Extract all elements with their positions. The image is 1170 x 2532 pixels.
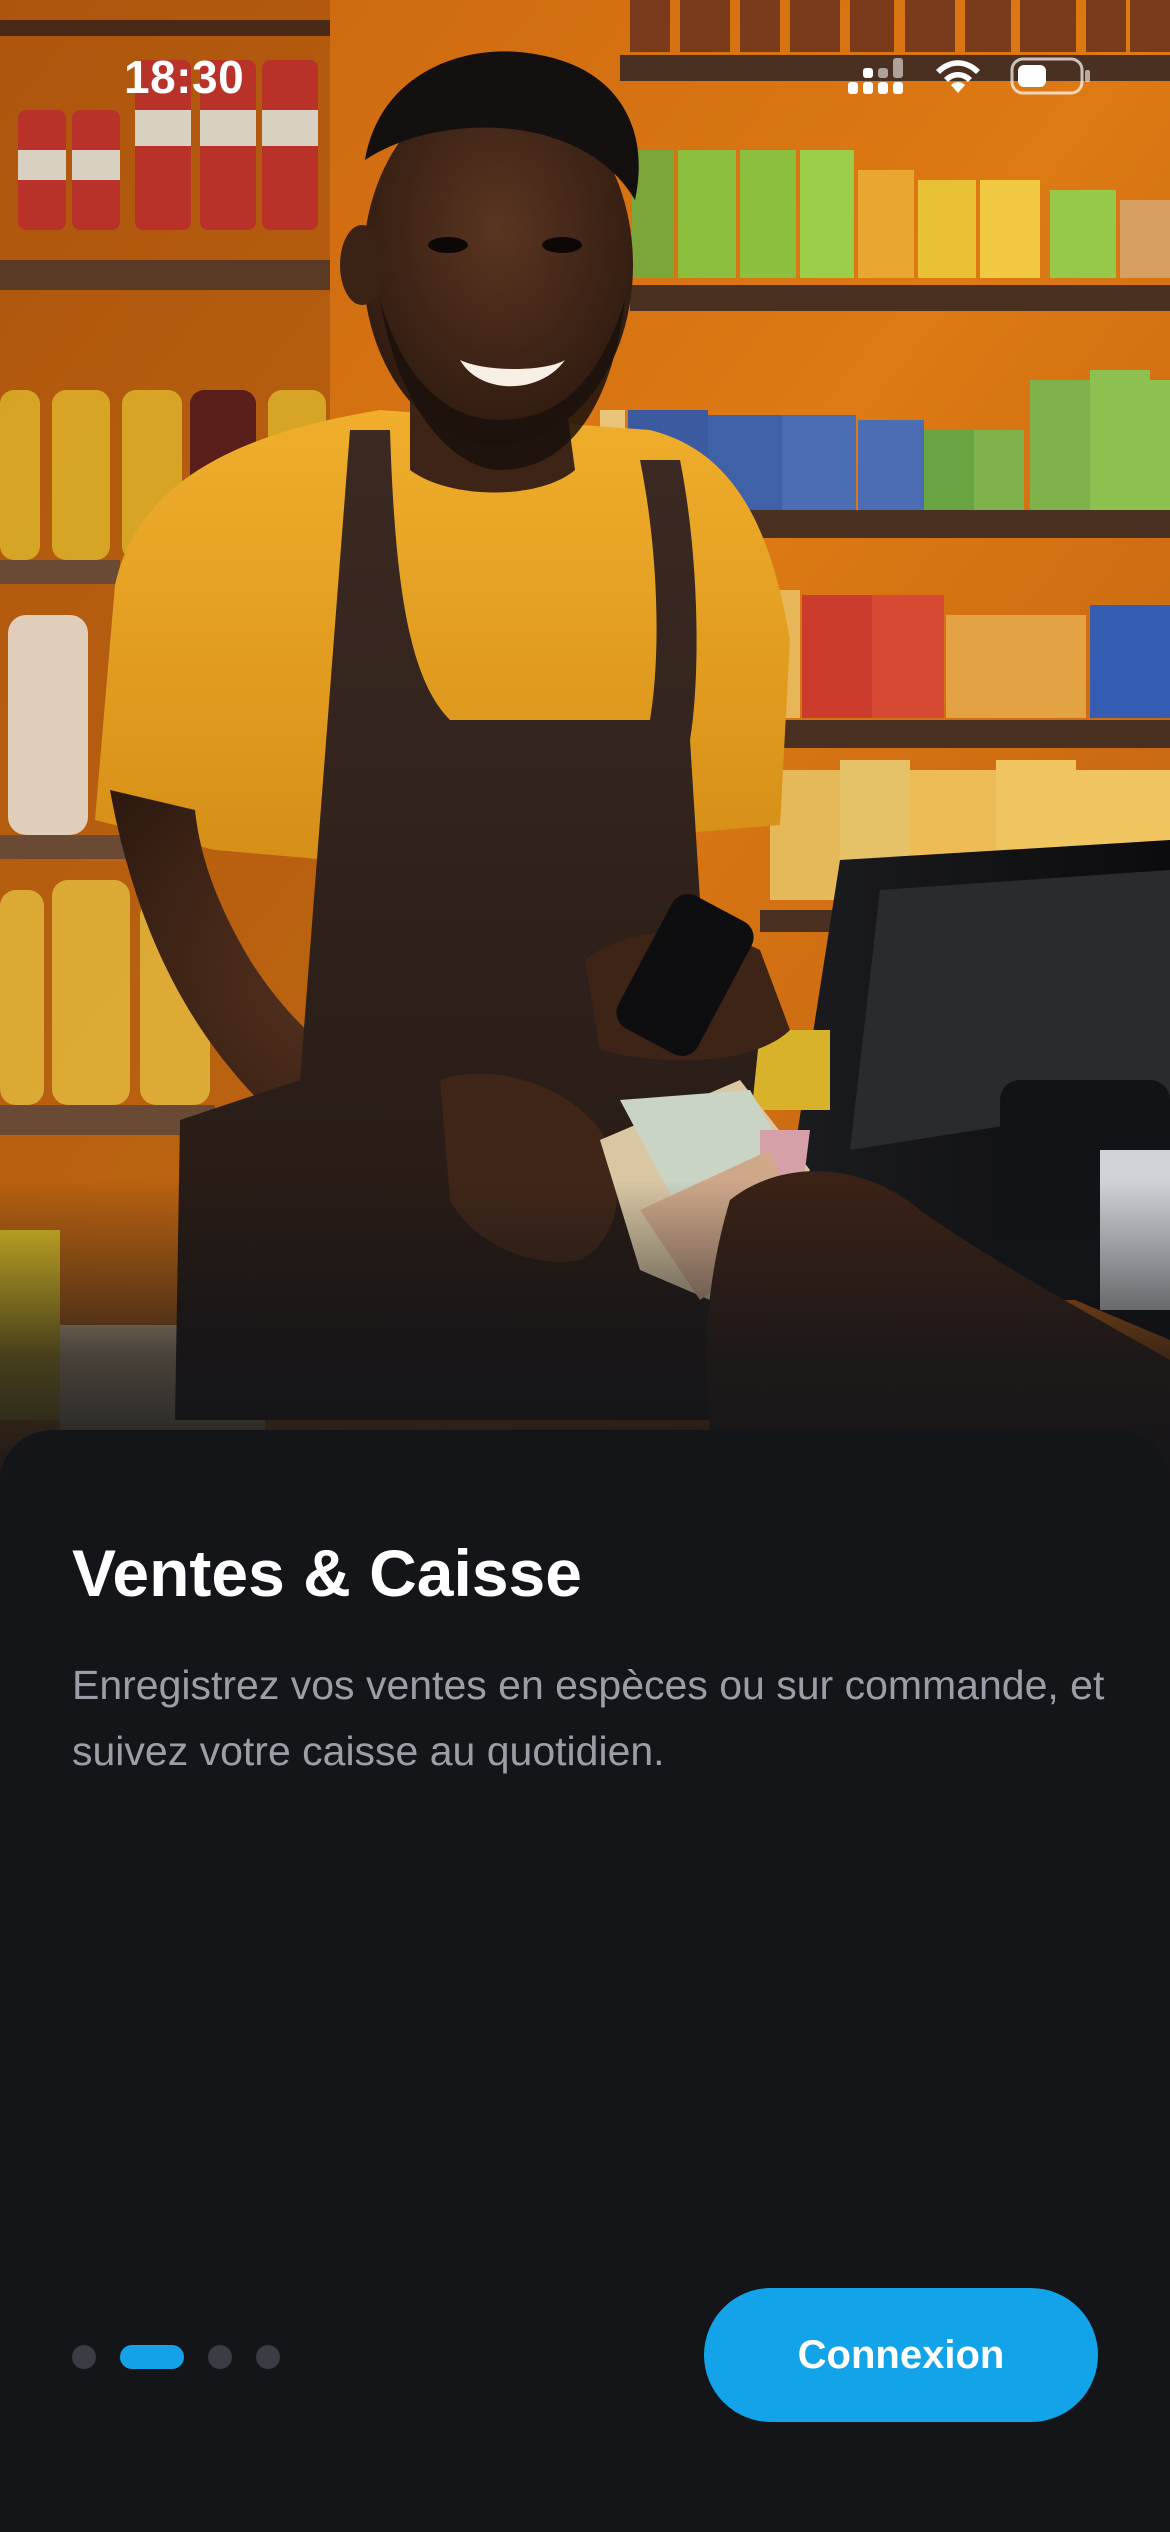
hero-image bbox=[0, 0, 1170, 1490]
wifi-icon bbox=[936, 60, 980, 93]
onboarding-description: Enregistrez vos ventes en espèces ou sur… bbox=[72, 1662, 1105, 1774]
status-time: 18:30 bbox=[124, 51, 245, 103]
page-indicator bbox=[72, 2345, 280, 2369]
status-bar: 18:30 bbox=[0, 0, 1170, 150]
page-dot-3[interactable] bbox=[208, 2345, 232, 2369]
battery-icon bbox=[1010, 57, 1090, 95]
login-button[interactable]: Connexion bbox=[704, 2288, 1098, 2422]
page-dot-2-active[interactable] bbox=[120, 2345, 184, 2369]
onboarding-sheet: Ventes & Caisse Enregistrez vos ventes e… bbox=[0, 1430, 1170, 2532]
page-dot-4[interactable] bbox=[256, 2345, 280, 2369]
onboarding-title: Ventes & Caisse bbox=[72, 1536, 582, 1610]
onboarding-screen: 18:30 Ventes & Caisse Enregistrez vos ve… bbox=[0, 0, 1170, 2532]
shop-cashier-illustration bbox=[0, 0, 1170, 1490]
status-icons bbox=[848, 56, 1092, 96]
page-dot-1[interactable] bbox=[72, 2345, 96, 2369]
signal-icon bbox=[848, 58, 903, 94]
